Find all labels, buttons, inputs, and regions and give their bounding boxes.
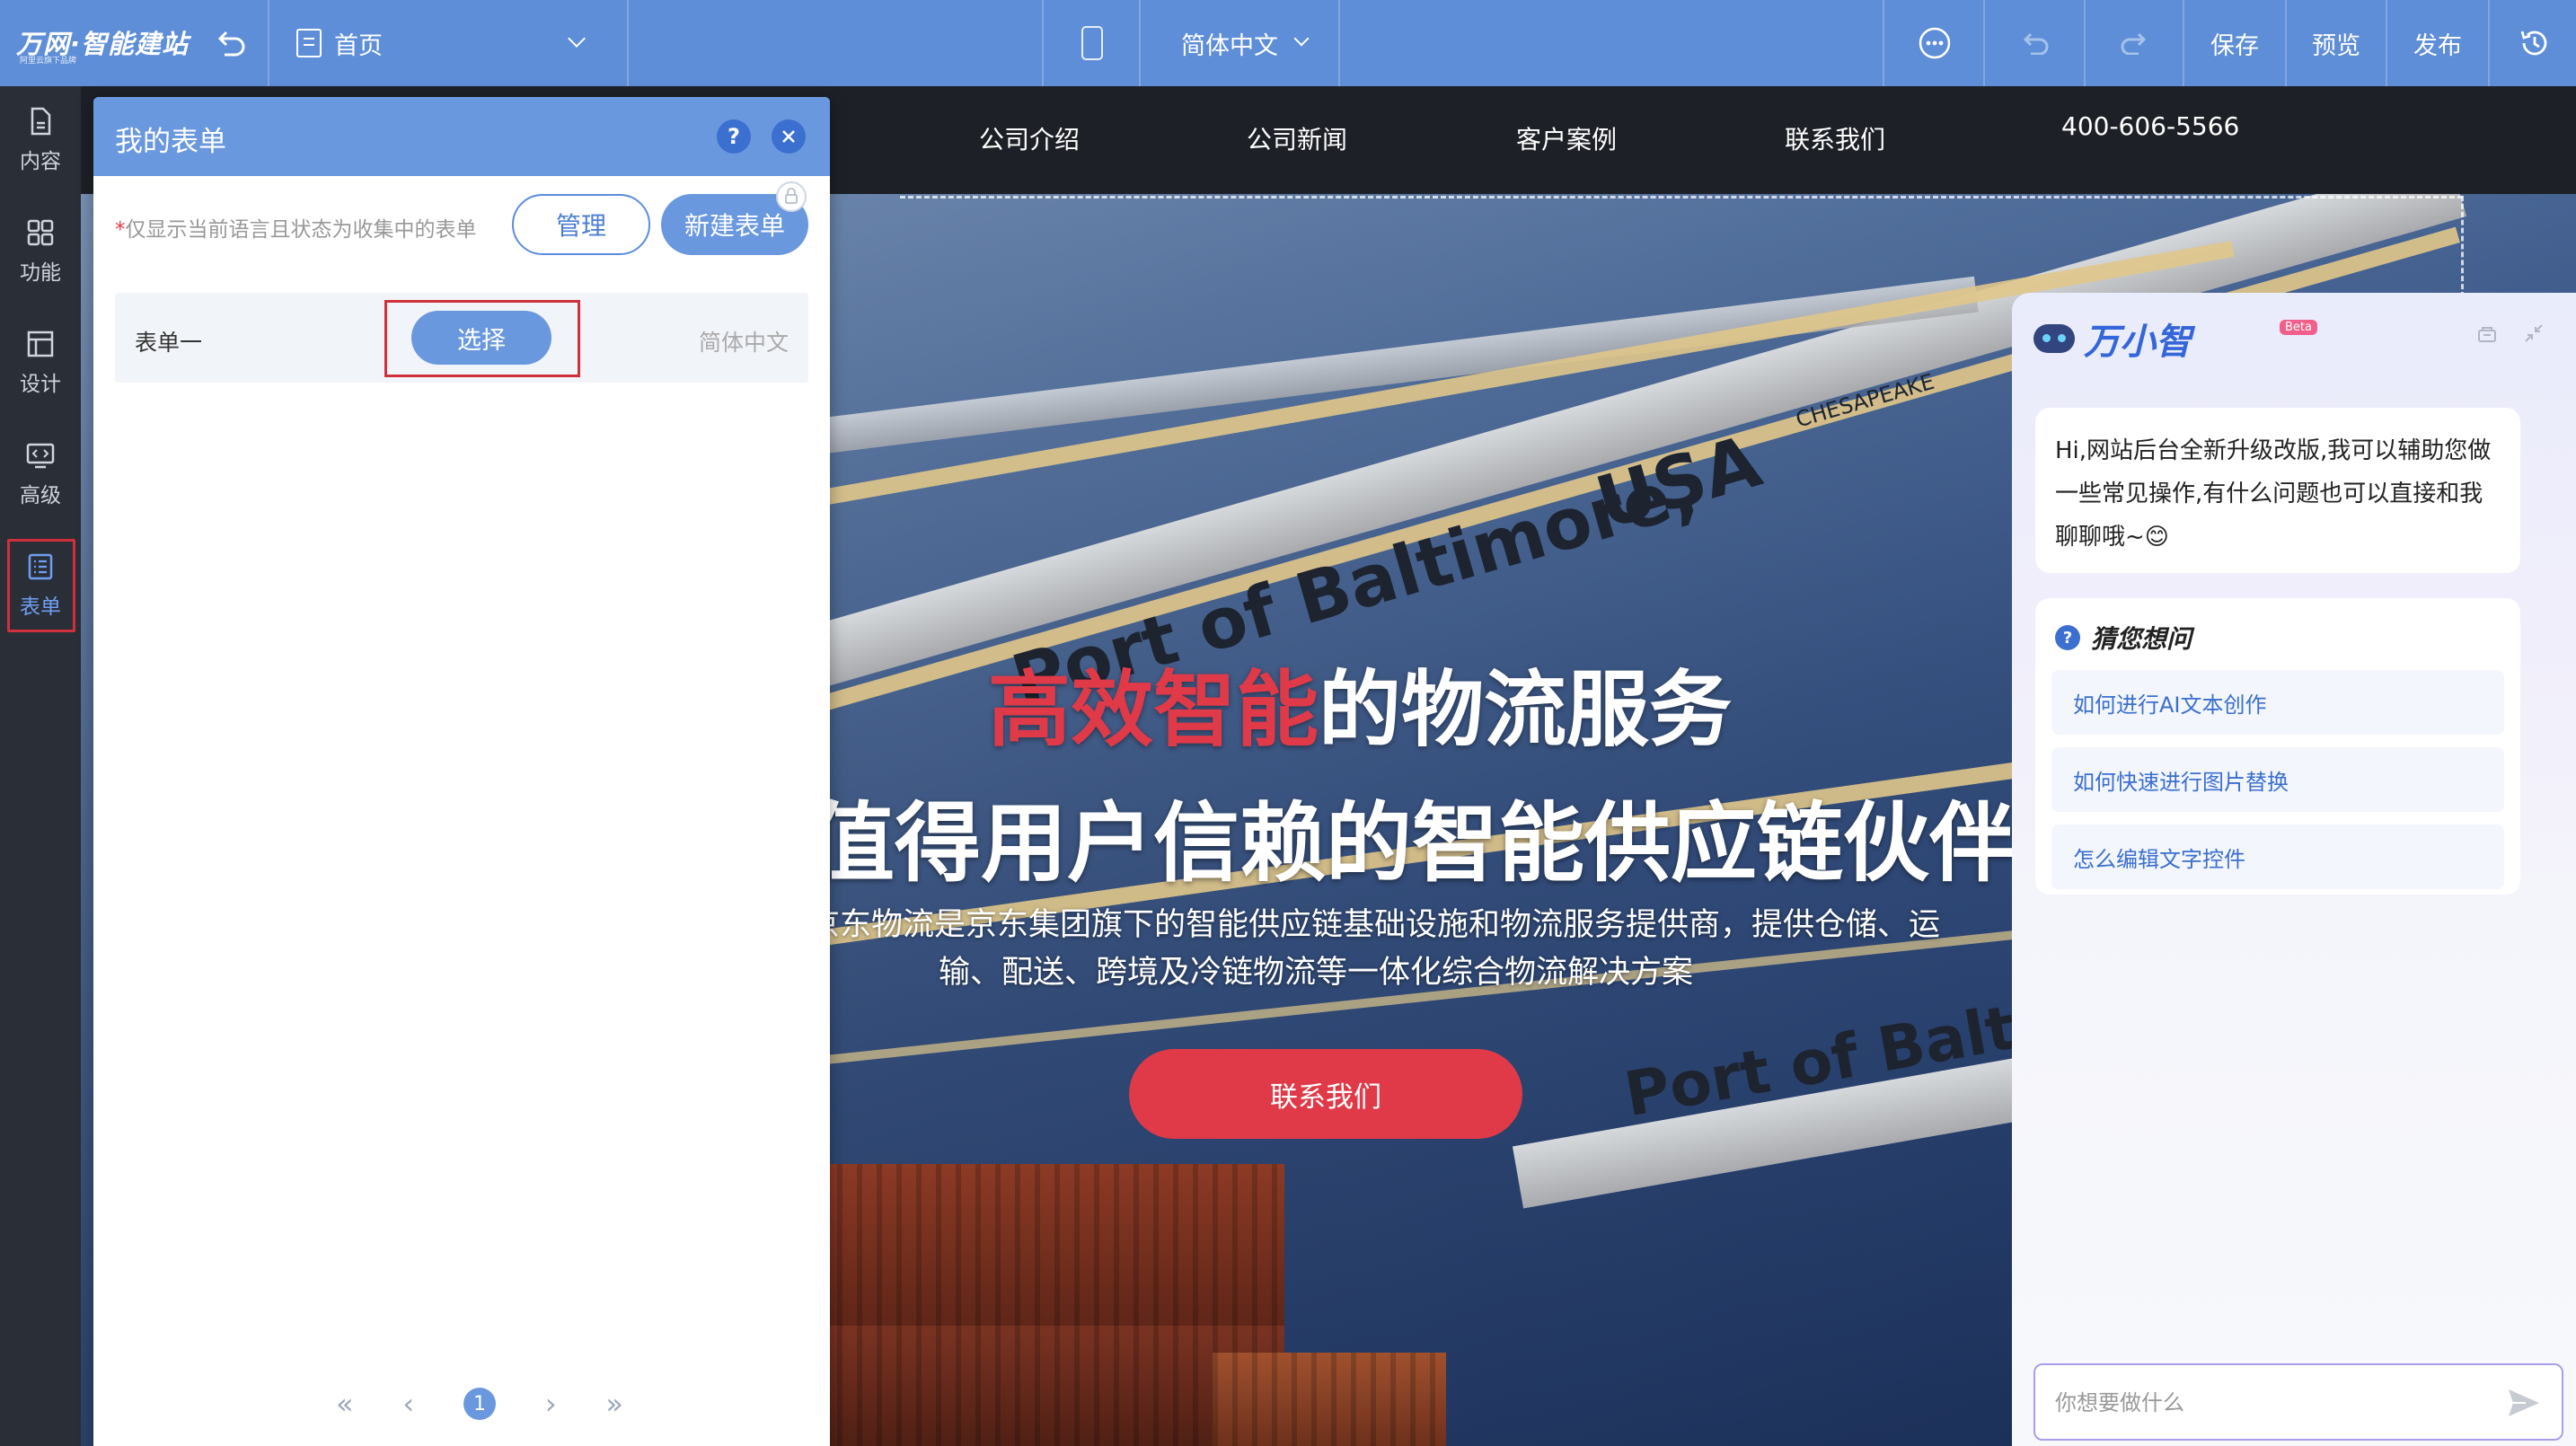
mobile-preview-icon[interactable] xyxy=(1069,0,1116,86)
panel-header: 我的表单 ? xyxy=(93,97,830,176)
code-icon xyxy=(26,443,55,469)
rail-item-features[interactable]: 功能 xyxy=(0,198,81,305)
selection-outline xyxy=(900,196,2463,198)
rail-label: 设计 xyxy=(20,373,61,396)
suggestion-card: ? 猜您想问 如何进行AI文本创作 如何快速进行图片替换 怎么编辑文字控件 xyxy=(2035,598,2520,895)
top-toolbar: 万网·智能建站 阿里云旗下品牌 首页 简体中文 保存 预览 发布 xyxy=(0,0,2576,86)
layout-icon xyxy=(27,331,54,357)
assistant-input-box xyxy=(2033,1363,2563,1441)
nav-link-news[interactable]: 公司新闻 xyxy=(1247,120,1347,156)
help-icon[interactable]: ? xyxy=(717,119,751,154)
hero-subtitle: 值得用户信赖的智能供应链伙伴 xyxy=(808,793,2016,894)
pagination: « ‹ 1 › » xyxy=(336,1381,623,1426)
hero-description-line2: 输、配送、跨境及冷链物流等一体化综合物流解决方案 xyxy=(939,955,1694,991)
rail-label: 功能 xyxy=(20,261,61,285)
form-language: 简体中文 xyxy=(698,330,789,356)
next-page-icon[interactable]: › xyxy=(545,1387,557,1421)
rail-item-advanced[interactable]: 高级 xyxy=(0,420,81,528)
logo-subtext: 阿里云旗下品牌 xyxy=(20,57,77,66)
document-icon xyxy=(31,107,51,136)
form-list-item: 表单一 选择 简体中文 xyxy=(115,293,808,383)
preview-button[interactable]: 预览 xyxy=(2287,0,2386,86)
nav-link-cases[interactable]: 客户案例 xyxy=(1516,120,1617,156)
rail-item-design[interactable]: 设计 xyxy=(0,309,81,417)
save-button[interactable]: 保存 xyxy=(2184,0,2285,86)
suggestion-item[interactable]: 如何进行AI文本创作 xyxy=(2051,670,2504,735)
grid-icon xyxy=(27,219,54,246)
form-filter-hint: *仅显示当前语言且状态为收集中的表单 xyxy=(115,212,477,242)
hero-title-highlight: 高效智能 xyxy=(988,662,1319,758)
undo-history-icon[interactable] xyxy=(208,0,253,86)
suggestion-title-text: 猜您想问 xyxy=(2091,624,2192,654)
beta-badge: Beta xyxy=(2280,320,2317,335)
required-star: * xyxy=(115,218,126,242)
first-page-icon[interactable]: « xyxy=(336,1387,354,1421)
robot-icon xyxy=(2033,324,2075,353)
collapse-icon[interactable] xyxy=(2520,320,2547,347)
history-icon[interactable] xyxy=(2511,0,2558,86)
site-phone: 400-606-5566 xyxy=(2061,111,2240,141)
question-icon: ? xyxy=(2055,625,2080,650)
assistant-input[interactable] xyxy=(2055,1383,2486,1423)
suggestion-item[interactable]: 如何快速进行图片替换 xyxy=(2051,747,2504,812)
language-selector[interactable]: 简体中文 xyxy=(1159,0,1329,86)
rail-item-forms[interactable]: 表单 xyxy=(0,532,81,639)
nav-link-about[interactable]: 公司介绍 xyxy=(979,120,1080,156)
chevron-down-icon xyxy=(1293,31,1310,47)
more-icon[interactable] xyxy=(1909,0,1961,86)
page-selector[interactable]: 首页 xyxy=(296,0,611,86)
form-name: 表单一 xyxy=(135,330,203,356)
select-form-button[interactable]: 选择 xyxy=(411,311,551,365)
lock-icon xyxy=(776,181,807,212)
my-forms-panel: 我的表单 ? *仅显示当前语言且状态为收集中的表单 管理 新建表单 表单一 选择… xyxy=(93,97,830,1446)
close-icon[interactable] xyxy=(772,119,806,154)
rail-label: 内容 xyxy=(20,150,61,173)
suggestion-title: ? 猜您想问 xyxy=(2055,620,2192,656)
hero-title-rest: 的物流服务 xyxy=(1319,662,1733,758)
rail-label: 高级 xyxy=(20,484,61,507)
contact-us-button[interactable]: 联系我们 xyxy=(1129,1049,1522,1139)
chevron-down-icon xyxy=(568,30,586,48)
suggestion-item[interactable]: 怎么编辑文字控件 xyxy=(2051,824,2504,889)
ai-assistant-panel: 万小智 Beta Hi,网站后台全新升级改版,我可以辅助您做一些常见操作,有什么… xyxy=(2012,293,2576,1446)
page-selector-label: 首页 xyxy=(334,31,383,60)
page-number-current[interactable]: 1 xyxy=(463,1388,496,1420)
last-page-icon[interactable]: » xyxy=(605,1387,623,1421)
panel-title: 我的表单 xyxy=(115,126,226,158)
manage-button[interactable]: 管理 xyxy=(512,194,650,255)
assistant-name: 万小智 xyxy=(2084,322,2192,363)
hero-description-line1: 京东物流是京东集团旗下的智能供应链基础设施和物流服务提供商，提供仓储、运 xyxy=(808,907,1941,943)
selection-highlight xyxy=(7,539,75,632)
hero-title: 高效智能的物流服务 xyxy=(988,643,1732,763)
rail-item-content[interactable]: 内容 xyxy=(0,86,81,194)
nav-link-contact[interactable]: 联系我们 xyxy=(1785,120,1885,156)
language-label: 简体中文 xyxy=(1181,31,1278,60)
left-rail: 内容 功能 设计 高级 表单 xyxy=(0,86,81,1446)
clear-icon[interactable] xyxy=(2474,320,2501,347)
assistant-logo: 万小智 xyxy=(2033,313,2192,365)
assistant-greeting: Hi,网站后台全新升级改版,我可以辅助您做一些常见操作,有什么问题也可以直接和我… xyxy=(2035,408,2520,573)
prev-page-icon[interactable]: ‹ xyxy=(402,1387,414,1421)
undo-icon[interactable] xyxy=(2012,0,2059,86)
page-icon xyxy=(296,29,322,57)
hint-text: 仅显示当前语言且状态为收集中的表单 xyxy=(125,218,477,242)
send-icon[interactable] xyxy=(2506,1387,2542,1419)
redo-icon[interactable] xyxy=(2111,0,2157,86)
publish-button[interactable]: 发布 xyxy=(2387,0,2488,86)
